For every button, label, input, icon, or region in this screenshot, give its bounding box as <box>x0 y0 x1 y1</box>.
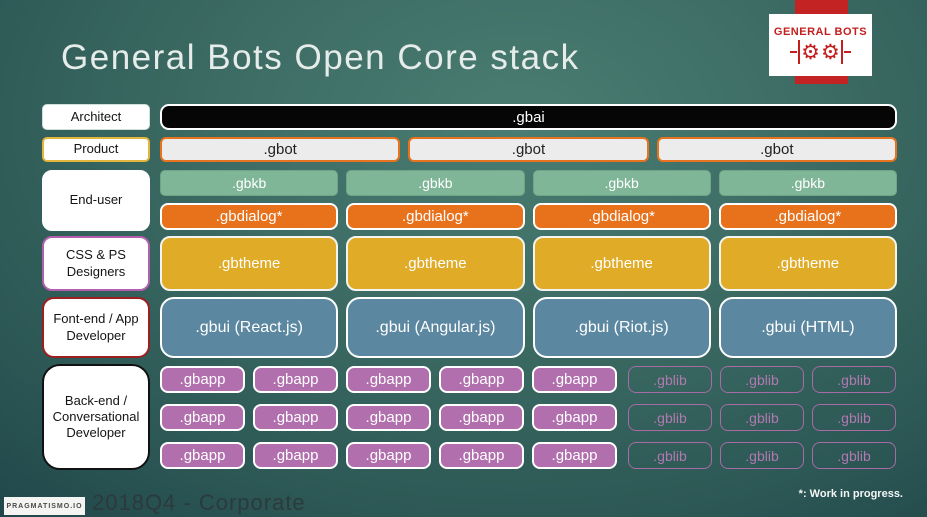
stack-box-gbdialog: .gbdialog* <box>718 203 897 230</box>
stack-box-gblib: .gblib <box>720 442 804 469</box>
stack-box-gbui-riot: .gbui (Riot.js) <box>532 297 711 358</box>
stack-box-gbdialog: .gbdialog* <box>160 203 339 230</box>
stack-box-gblib: .gblib <box>628 404 712 431</box>
stack-box-gbapp: .gbapp <box>253 366 338 393</box>
row-gbkb: .gbkb .gbkb .gbkb .gbkb <box>160 170 897 196</box>
stack-box-gbtheme: .gbtheme <box>346 236 525 291</box>
stack-box-gbot: .gbot <box>656 137 897 162</box>
stack-box-gbui-html: .gbui (HTML) <box>718 297 897 358</box>
stack-box-gbtheme: .gbtheme <box>718 236 897 291</box>
gear-vbar-right <box>840 40 843 64</box>
stack-box-gbui-angular: .gbui (Angular.js) <box>346 297 525 358</box>
gear-hline-right <box>843 51 851 53</box>
role-label-frontend-app-developer: Font-end / App Developer <box>42 297 150 358</box>
gear-icon: ⚙ <box>821 39 840 64</box>
stack-box-gbapp: .gbapp <box>253 404 338 431</box>
row-gbapp-2: .gbapp .gbapp .gbapp .gbapp .gbapp .gbli… <box>160 404 897 431</box>
stack-box-gbapp: .gbapp <box>439 366 524 393</box>
slide-canvas: General Bots Open Core stack GENERAL BOT… <box>0 0 927 517</box>
stack-box-gblib: .gblib <box>720 404 804 431</box>
stack-box-gblib: .gblib <box>628 442 712 469</box>
stack-box-gbot: .gbot <box>408 137 649 162</box>
row-gbot: .gbot .gbot .gbot <box>160 137 897 162</box>
role-label-backend-conversational-developer: Back-end / Conversational Developer <box>42 364 150 470</box>
stack-box-gbapp: .gbapp <box>160 404 245 431</box>
gears-icon: ⚙ ⚙ <box>790 40 851 64</box>
stack-box-gbapp: .gbapp <box>532 442 617 469</box>
stack-box-gbapp: .gbapp <box>346 404 431 431</box>
stack-box-gbapp: .gbapp <box>532 366 617 393</box>
role-label-architect: Architect <box>42 104 150 130</box>
stack-box-gbdialog: .gbdialog* <box>346 203 525 230</box>
row-gbdialog: .gbdialog* .gbdialog* .gbdialog* .gbdial… <box>160 203 897 230</box>
page-title: General Bots Open Core stack <box>61 38 580 77</box>
row-gbui: .gbui (React.js) .gbui (Angular.js) .gbu… <box>160 297 897 358</box>
footer-edition-text: 2018Q4 - Corporate <box>92 490 306 515</box>
general-bots-logo: GENERAL BOTS ⚙ ⚙ <box>769 14 872 76</box>
role-label-css-ps-designers: CSS & PS Designers <box>42 236 150 291</box>
row-gbai: .gbai <box>160 104 897 130</box>
pragmatismo-logo-text: PRAGMATISMO.IO <box>6 502 83 510</box>
stack-box-gbkb: .gbkb <box>346 170 525 196</box>
stack-box-gblib: .gblib <box>812 404 896 431</box>
stack-box-gbot: .gbot <box>160 137 401 162</box>
stack-box-gblib: .gblib <box>628 366 712 393</box>
stack-box-gbapp: .gbapp <box>439 404 524 431</box>
stack-box-gbdialog: .gbdialog* <box>532 203 711 230</box>
row-gbtheme: .gbtheme .gbtheme .gbtheme .gbtheme <box>160 236 897 291</box>
row-gbapp-1: .gbapp .gbapp .gbapp .gbapp .gbapp .gbli… <box>160 366 897 393</box>
stack-box-gbkb: .gbkb <box>160 170 339 196</box>
stack-box-gbai: .gbai <box>160 104 897 130</box>
stack-box-gbapp: .gbapp <box>346 366 431 393</box>
logo-brand-text: GENERAL BOTS <box>773 26 868 38</box>
row-gbapp-3: .gbapp .gbapp .gbapp .gbapp .gbapp .gbli… <box>160 442 897 469</box>
stack-box-gbui-react: .gbui (React.js) <box>160 297 339 358</box>
stack-box-gbapp: .gbapp <box>160 442 245 469</box>
stack-box-gblib: .gblib <box>812 442 896 469</box>
role-label-product: Product <box>42 137 150 162</box>
gear-hline-left <box>790 51 798 53</box>
pragmatismo-logo: PRAGMATISMO.IO <box>4 497 85 515</box>
stack-box-gbkb: .gbkb <box>718 170 897 196</box>
stack-box-gbtheme: .gbtheme <box>532 236 711 291</box>
stack-box-gbapp: .gbapp <box>439 442 524 469</box>
stack-box-gbapp: .gbapp <box>532 404 617 431</box>
stack-box-gbapp: .gbapp <box>346 442 431 469</box>
stack-box-gbtheme: .gbtheme <box>160 236 339 291</box>
stack-box-gbapp: .gbapp <box>160 366 245 393</box>
stack-box-gbapp: .gbapp <box>253 442 338 469</box>
gear-vbar-left <box>798 40 801 64</box>
role-label-end-user: End-user <box>42 170 150 231</box>
stack-box-gbkb: .gbkb <box>532 170 711 196</box>
gear-icon: ⚙ <box>801 39 820 64</box>
stack-box-gblib: .gblib <box>720 366 804 393</box>
work-in-progress-note: *: Work in progress. <box>798 488 903 500</box>
stack-box-gblib: .gblib <box>812 366 896 393</box>
